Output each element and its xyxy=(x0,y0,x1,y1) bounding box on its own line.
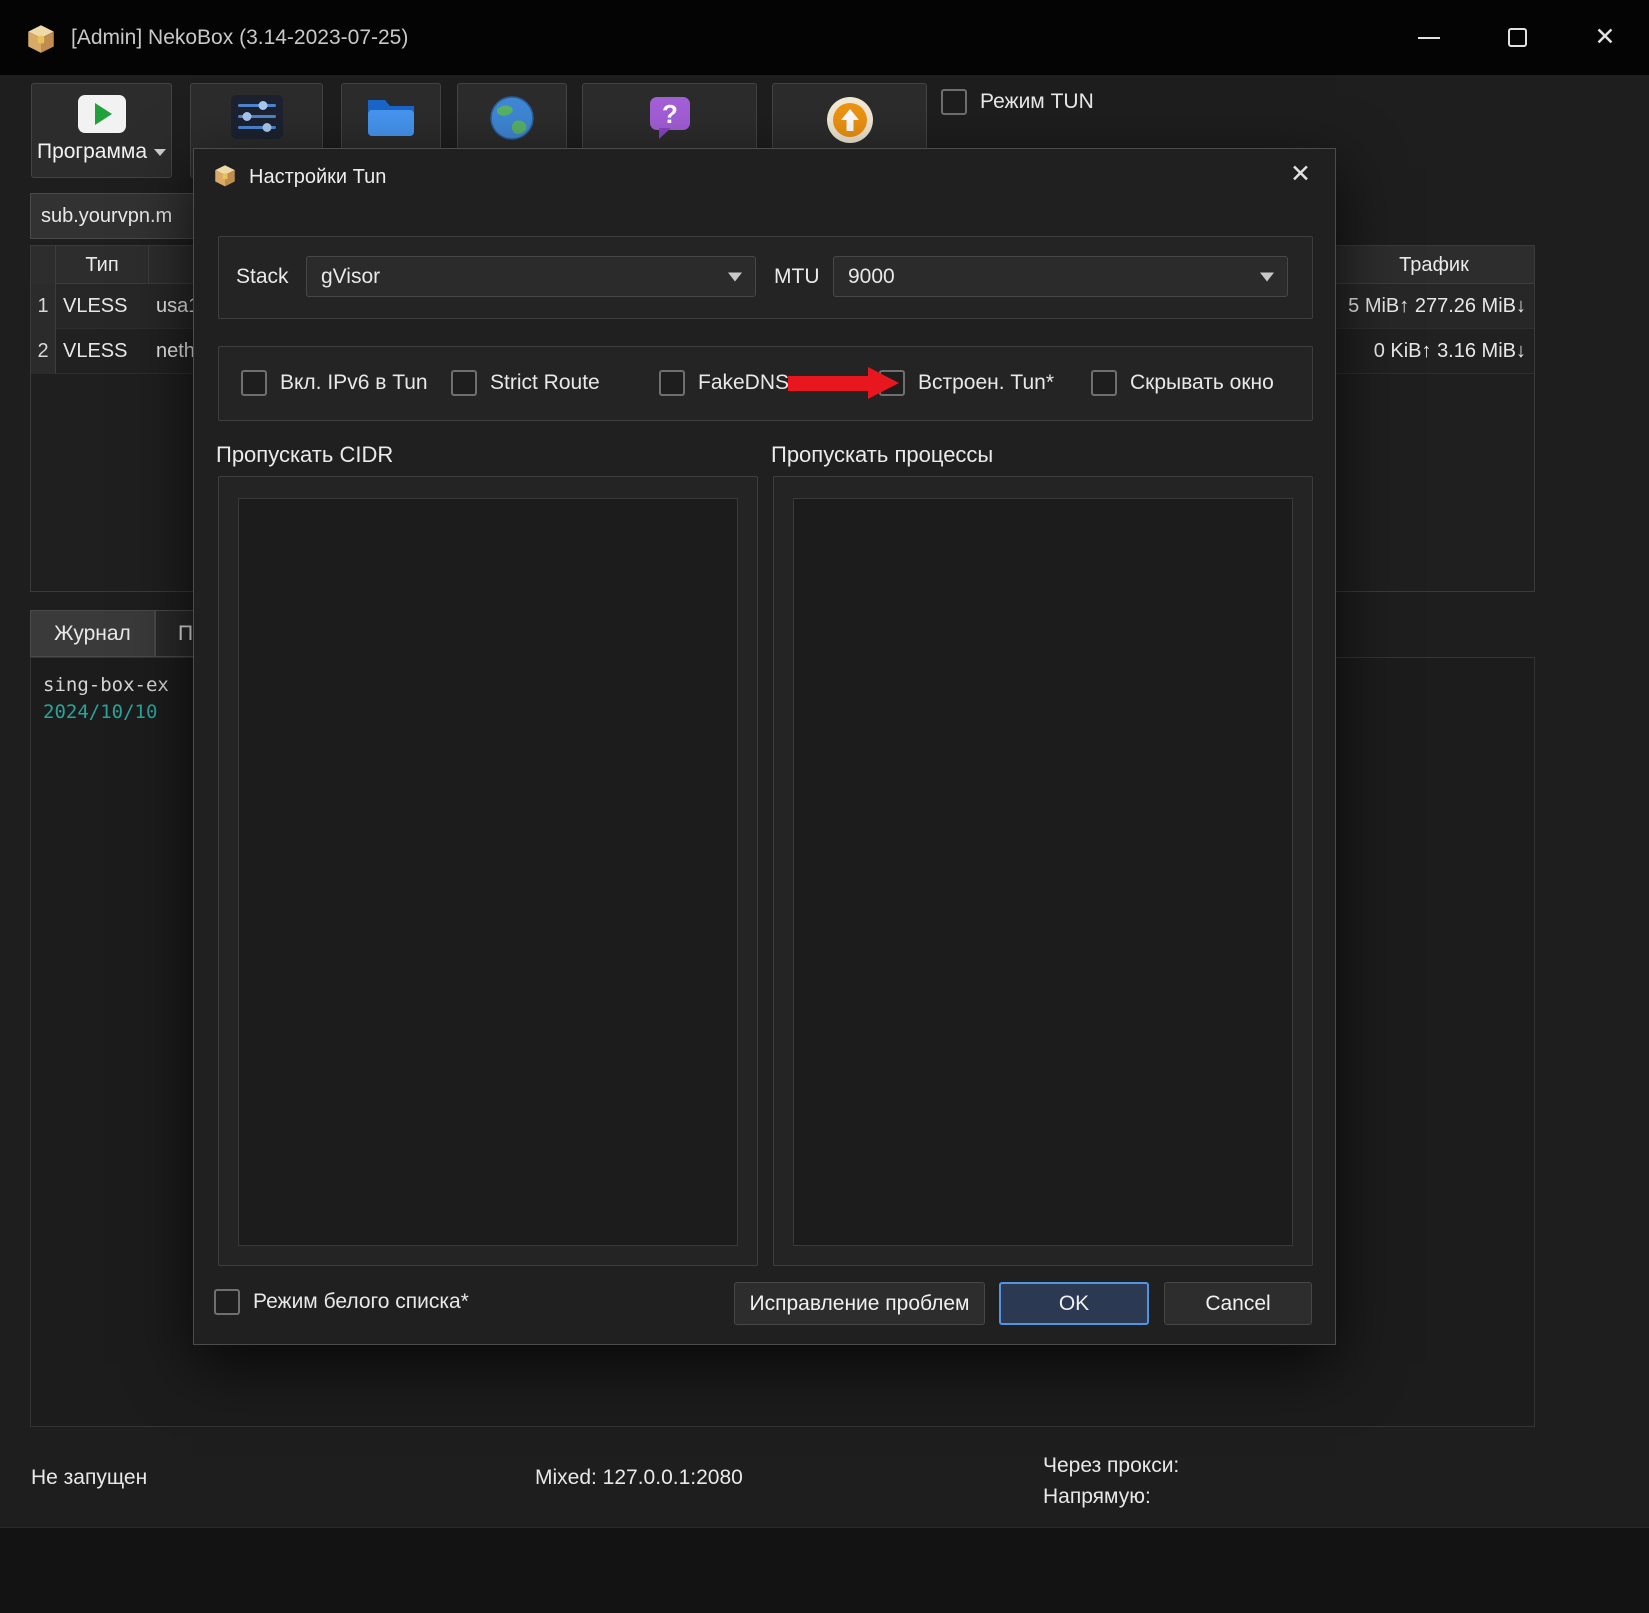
stack-label: Stack xyxy=(236,265,289,289)
checkbox-box xyxy=(451,370,477,396)
dialog-titlebar: Настройки Tun xyxy=(194,149,1335,205)
window-title: [Admin] NekoBox (3.14-2023-07-25) xyxy=(71,26,408,50)
chevron-down-icon xyxy=(154,149,166,156)
titlebar: [Admin] NekoBox (3.14-2023-07-25) ✕ xyxy=(0,0,1649,75)
stack-dropdown[interactable]: gVisor xyxy=(306,256,756,297)
dialog-icon xyxy=(212,162,238,193)
minimize-icon xyxy=(1418,37,1440,39)
column-header-type[interactable]: Тип xyxy=(56,246,149,284)
row-number: 1 xyxy=(31,284,56,329)
app-icon xyxy=(24,21,58,55)
globe-icon xyxy=(489,95,535,146)
troubleshoot-button[interactable]: Исправление проблем xyxy=(734,1282,985,1325)
bypass-process-label: Пропускать процессы xyxy=(771,442,993,468)
bypass-cidr-list[interactable] xyxy=(238,498,738,1246)
dialog-close-icon[interactable]: ✕ xyxy=(1290,162,1311,187)
checkbox-box xyxy=(214,1289,240,1315)
hide-window-checkbox[interactable]: Скрывать окно xyxy=(1091,370,1274,396)
bottom-panel xyxy=(0,1527,1649,1613)
checkbox-box xyxy=(879,370,905,396)
bypass-process-list[interactable] xyxy=(793,498,1293,1246)
strict-route-label: Strict Route xyxy=(490,371,600,395)
dialog-title: Настройки Tun xyxy=(249,166,386,189)
stack-value: gVisor xyxy=(321,265,380,289)
cancel-button[interactable]: Cancel xyxy=(1164,1282,1312,1325)
play-icon xyxy=(78,95,126,133)
cell-type: VLESS xyxy=(63,284,127,329)
bypass-cidr-label: Пропускать CIDR xyxy=(216,442,393,468)
chevron-down-icon xyxy=(1260,272,1274,281)
maximize-icon xyxy=(1508,28,1527,47)
builtin-tun-label: Встроен. Tun* xyxy=(918,371,1054,395)
direct-label: Напрямую: xyxy=(1043,1481,1179,1512)
app-window: [Admin] NekoBox (3.14-2023-07-25) ✕ Прог… xyxy=(0,0,1649,1613)
row-number: 2 xyxy=(31,329,56,374)
fakedns-checkbox[interactable]: FakeDNS xyxy=(659,370,789,396)
subscription-tab[interactable]: sub.yourvpn.m xyxy=(30,193,196,239)
checkbox-box xyxy=(241,370,267,396)
status-text: Не запущен xyxy=(31,1466,147,1490)
svg-text:?: ? xyxy=(662,99,678,129)
tab-journal[interactable]: Журнал xyxy=(30,610,155,657)
close-icon: ✕ xyxy=(1595,25,1616,50)
maximize-button[interactable] xyxy=(1473,0,1561,75)
hide-window-label: Скрывать окно xyxy=(1130,371,1274,395)
ok-button[interactable]: OK xyxy=(999,1282,1149,1325)
checkbox-box xyxy=(659,370,685,396)
sliders-icon xyxy=(231,95,283,144)
fakedns-label: FakeDNS xyxy=(698,371,789,395)
strict-route-checkbox[interactable]: Strict Route xyxy=(451,370,600,396)
cell-type: VLESS xyxy=(63,329,127,374)
chevron-down-icon xyxy=(728,272,742,281)
ipv6-checkbox[interactable]: Вкл. IPv6 в Tun xyxy=(241,370,428,396)
mtu-combobox[interactable]: 9000 xyxy=(833,256,1288,297)
via-proxy-label: Через прокси: xyxy=(1043,1450,1179,1481)
checkbox-box xyxy=(941,89,967,115)
close-button[interactable]: ✕ xyxy=(1561,0,1649,75)
cell-traffic: 5 MiB↑ 277.26 MiB↓ xyxy=(1348,284,1526,329)
mixed-proxy-address: Mixed: 127.0.0.1:2080 xyxy=(535,1466,743,1490)
column-header-traffic[interactable]: Трафик xyxy=(1331,246,1536,284)
mtu-label: MTU xyxy=(774,265,820,289)
tun-mode-label: Режим TUN xyxy=(980,90,1094,114)
minimize-button[interactable] xyxy=(1385,0,1473,75)
checkbox-box xyxy=(1091,370,1117,396)
ipv6-label: Вкл. IPv6 в Tun xyxy=(280,371,428,395)
table-corner[interactable] xyxy=(31,246,56,284)
mtu-value: 9000 xyxy=(848,265,895,289)
cell-traffic: 0 KiB↑ 3.16 MiB↓ xyxy=(1374,329,1526,374)
program-menu-button[interactable]: Программа xyxy=(31,83,172,178)
traffic-status: Через прокси: Напрямую: xyxy=(1043,1450,1179,1512)
program-button-label: Программа xyxy=(37,140,147,164)
question-bubble-icon: ? xyxy=(647,95,693,146)
whitelist-mode-checkbox[interactable]: Режим белого списка* xyxy=(214,1289,469,1315)
tun-mode-checkbox[interactable]: Режим TUN xyxy=(941,89,1094,115)
whitelist-mode-label: Режим белого списка* xyxy=(253,1290,469,1314)
folder-icon xyxy=(366,95,416,142)
window-controls: ✕ xyxy=(1385,0,1649,75)
tun-settings-dialog: Настройки Tun ✕ Stack gVisor MTU 9000 Вк… xyxy=(193,148,1336,1345)
builtin-tun-checkbox[interactable]: Встроен. Tun* xyxy=(879,370,1054,396)
arrow-up-circle-icon xyxy=(825,95,875,150)
